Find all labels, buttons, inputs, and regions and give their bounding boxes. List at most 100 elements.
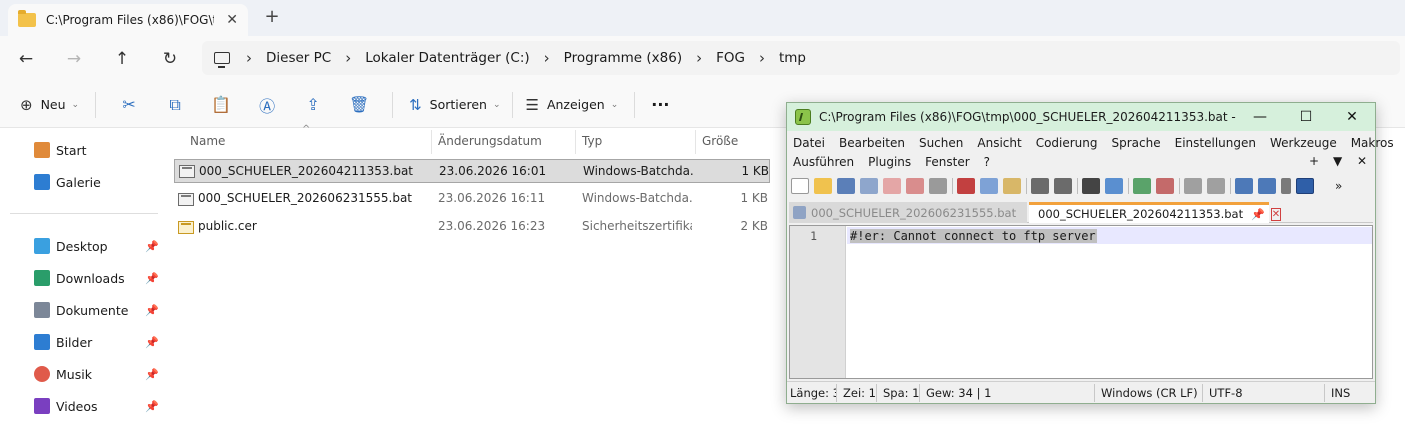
menu-suchen[interactable]: Suchen bbox=[919, 136, 963, 150]
refresh-icon[interactable]: ↻ bbox=[156, 45, 184, 73]
sidebar-item-bilder[interactable]: Bilder 📌 bbox=[34, 334, 159, 350]
close-tab-icon[interactable]: ✕ bbox=[226, 12, 238, 28]
sync-horizontal-icon[interactable] bbox=[1207, 178, 1225, 194]
file-name: public.cer bbox=[198, 219, 257, 233]
breadcrumb-separator-icon[interactable]: › bbox=[696, 49, 702, 67]
replace-icon[interactable] bbox=[1105, 178, 1123, 194]
breadcrumb-separator-icon[interactable]: › bbox=[759, 49, 765, 67]
more-options-button[interactable]: ··· bbox=[645, 90, 675, 120]
close-file-icon[interactable] bbox=[883, 178, 901, 194]
status-insert-mode[interactable]: INS bbox=[1325, 384, 1356, 402]
maximize-icon[interactable]: ☐ bbox=[1283, 103, 1329, 131]
delete-icon[interactable]: 🗑 bbox=[336, 95, 382, 114]
close-tab-icon[interactable]: ✕ bbox=[1270, 207, 1282, 221]
menu-fenster[interactable]: Fenster bbox=[925, 155, 970, 169]
new-button[interactable]: ⊕ Neu ⌄ bbox=[14, 90, 85, 120]
new-tab-button[interactable]: + bbox=[262, 6, 282, 27]
column-divider[interactable] bbox=[695, 130, 696, 154]
menu-makros[interactable]: Makros bbox=[1351, 136, 1394, 150]
breadcrumb-separator-icon[interactable]: › bbox=[345, 49, 351, 67]
cut-icon[interactable] bbox=[957, 178, 975, 194]
minimize-icon[interactable]: — bbox=[1237, 103, 1283, 131]
close-all-icon[interactable] bbox=[906, 178, 924, 194]
editor-line-text[interactable]: #!er: Cannot connect to ftp server bbox=[850, 229, 1097, 243]
breadcrumb-item-tmp[interactable]: tmp bbox=[779, 50, 806, 66]
tab-label: 000_SCHUELER_202606231555.bat bbox=[811, 205, 1017, 220]
zoom-out-icon[interactable] bbox=[1156, 178, 1174, 194]
menu-ansicht[interactable]: Ansicht bbox=[977, 136, 1021, 150]
menu-einstellungen[interactable]: Einstellungen bbox=[1175, 136, 1256, 150]
toolbar-divider bbox=[1026, 178, 1027, 194]
sort-button[interactable]: ⇅ Sortieren ⌄ bbox=[403, 90, 506, 120]
show-all-characters-icon[interactable] bbox=[1258, 178, 1276, 194]
sidebar-item-start[interactable]: Start bbox=[34, 142, 159, 158]
back-arrow-icon[interactable]: ← bbox=[12, 45, 40, 73]
paste-icon[interactable] bbox=[1003, 178, 1021, 194]
redo-icon[interactable] bbox=[1054, 178, 1072, 194]
close-document-icon[interactable]: ✕ bbox=[1357, 154, 1367, 168]
document-list-dropdown-icon[interactable]: ▼ bbox=[1333, 154, 1342, 168]
breadcrumb-separator-icon[interactable]: › bbox=[544, 49, 550, 67]
pin-icon[interactable]: 📌 bbox=[1251, 208, 1265, 221]
paste-icon[interactable]: 📋 bbox=[198, 95, 244, 114]
save-icon[interactable] bbox=[837, 178, 855, 194]
breadcrumb-item-dieser-pc[interactable]: Dieser PC bbox=[266, 50, 331, 66]
file-row[interactable]: public.cer 23.06.2026 16:23 Sicherheitsz… bbox=[174, 215, 770, 239]
forward-arrow-icon[interactable]: → bbox=[60, 45, 88, 73]
menu-ausfuehren[interactable]: Ausführen bbox=[793, 155, 854, 169]
tab-file-202604211353[interactable]: 000_SCHUELER_202604211353.bat 📌 ✕ bbox=[1029, 202, 1282, 223]
menu-datei[interactable]: Datei bbox=[793, 136, 825, 150]
new-document-plus-icon[interactable]: + bbox=[1309, 154, 1319, 168]
zoom-in-icon[interactable] bbox=[1133, 178, 1151, 194]
column-header-type[interactable]: Typ bbox=[582, 134, 602, 148]
share-icon[interactable]: ⇪ bbox=[290, 95, 336, 114]
copy-icon[interactable]: ⧉ bbox=[152, 95, 198, 115]
print-icon[interactable] bbox=[929, 178, 947, 194]
open-file-icon[interactable] bbox=[814, 178, 832, 194]
breadcrumb-item-programme[interactable]: Programme (x86) bbox=[564, 50, 682, 66]
breadcrumb-item-fog[interactable]: FOG bbox=[716, 50, 745, 66]
copy-icon[interactable] bbox=[980, 178, 998, 194]
sidebar-item-desktop[interactable]: Desktop 📌 bbox=[34, 238, 159, 254]
sidebar-item-videos[interactable]: Videos 📌 bbox=[34, 398, 159, 414]
cut-icon[interactable]: ✂ bbox=[106, 95, 152, 114]
status-eol[interactable]: Windows (CR LF) bbox=[1095, 383, 1203, 402]
column-header-date[interactable]: Änderungsdatum bbox=[438, 134, 542, 148]
dropdown-arrow-icon[interactable] bbox=[1281, 178, 1291, 194]
save-all-icon[interactable] bbox=[860, 178, 878, 194]
menu-bearbeiten[interactable]: Bearbeiten bbox=[839, 136, 905, 150]
menu-plugins[interactable]: Plugins bbox=[868, 155, 911, 169]
undo-icon[interactable] bbox=[1031, 178, 1049, 194]
column-divider[interactable] bbox=[575, 130, 576, 154]
breadcrumb[interactable]: › Dieser PC › Lokaler Datenträger (C:) ›… bbox=[202, 41, 1400, 75]
notepad-title-bar[interactable]: C:\Program Files (x86)\FOG\tmp\000_SCHUE… bbox=[787, 103, 1375, 131]
column-header-name[interactable]: Name bbox=[190, 134, 225, 148]
column-header-size[interactable]: Größe bbox=[702, 134, 738, 148]
text-editor[interactable]: 1 #!er: Cannot connect to ftp server bbox=[789, 225, 1373, 379]
column-divider[interactable] bbox=[431, 130, 432, 154]
menu-werkzeuge[interactable]: Werkzeuge bbox=[1270, 136, 1337, 150]
sync-vertical-icon[interactable] bbox=[1184, 178, 1202, 194]
status-encoding[interactable]: UTF-8 bbox=[1203, 383, 1325, 402]
breadcrumb-item-drive-c[interactable]: Lokaler Datenträger (C:) bbox=[365, 50, 529, 66]
up-arrow-icon[interactable]: ↑ bbox=[108, 45, 136, 73]
view-button[interactable]: ☰ Anzeigen ⌄ bbox=[519, 90, 624, 120]
explorer-tab[interactable]: C:\Program Files (x86)\FOG\tr ✕ bbox=[8, 4, 248, 36]
indent-guide-icon[interactable] bbox=[1296, 178, 1314, 194]
close-window-icon[interactable]: ✕ bbox=[1329, 103, 1375, 131]
menu-codierung[interactable]: Codierung bbox=[1036, 136, 1098, 150]
new-file-icon[interactable] bbox=[791, 178, 809, 194]
sidebar-item-dokumente[interactable]: Dokumente 📌 bbox=[34, 302, 159, 318]
rename-icon[interactable]: Ⓐ bbox=[244, 93, 290, 117]
find-icon[interactable] bbox=[1082, 178, 1100, 194]
toolbar-overflow-icon[interactable]: » bbox=[1335, 179, 1342, 193]
file-row[interactable]: 000_SCHUELER_202604211353.bat 23.06.2026… bbox=[174, 159, 770, 183]
sidebar-item-musik[interactable]: Musik 📌 bbox=[34, 366, 159, 382]
word-wrap-icon[interactable] bbox=[1235, 178, 1253, 194]
tab-file-202606231555[interactable]: 000_SCHUELER_202606231555.bat bbox=[789, 202, 1027, 223]
file-row[interactable]: 000_SCHUELER_202606231555.bat 23.06.2026… bbox=[174, 187, 770, 211]
sidebar-item-galerie[interactable]: Galerie bbox=[34, 174, 159, 190]
menu-sprache[interactable]: Sprache bbox=[1112, 136, 1161, 150]
menu-help[interactable]: ? bbox=[984, 155, 990, 169]
sidebar-item-downloads[interactable]: Downloads 📌 bbox=[34, 270, 159, 286]
